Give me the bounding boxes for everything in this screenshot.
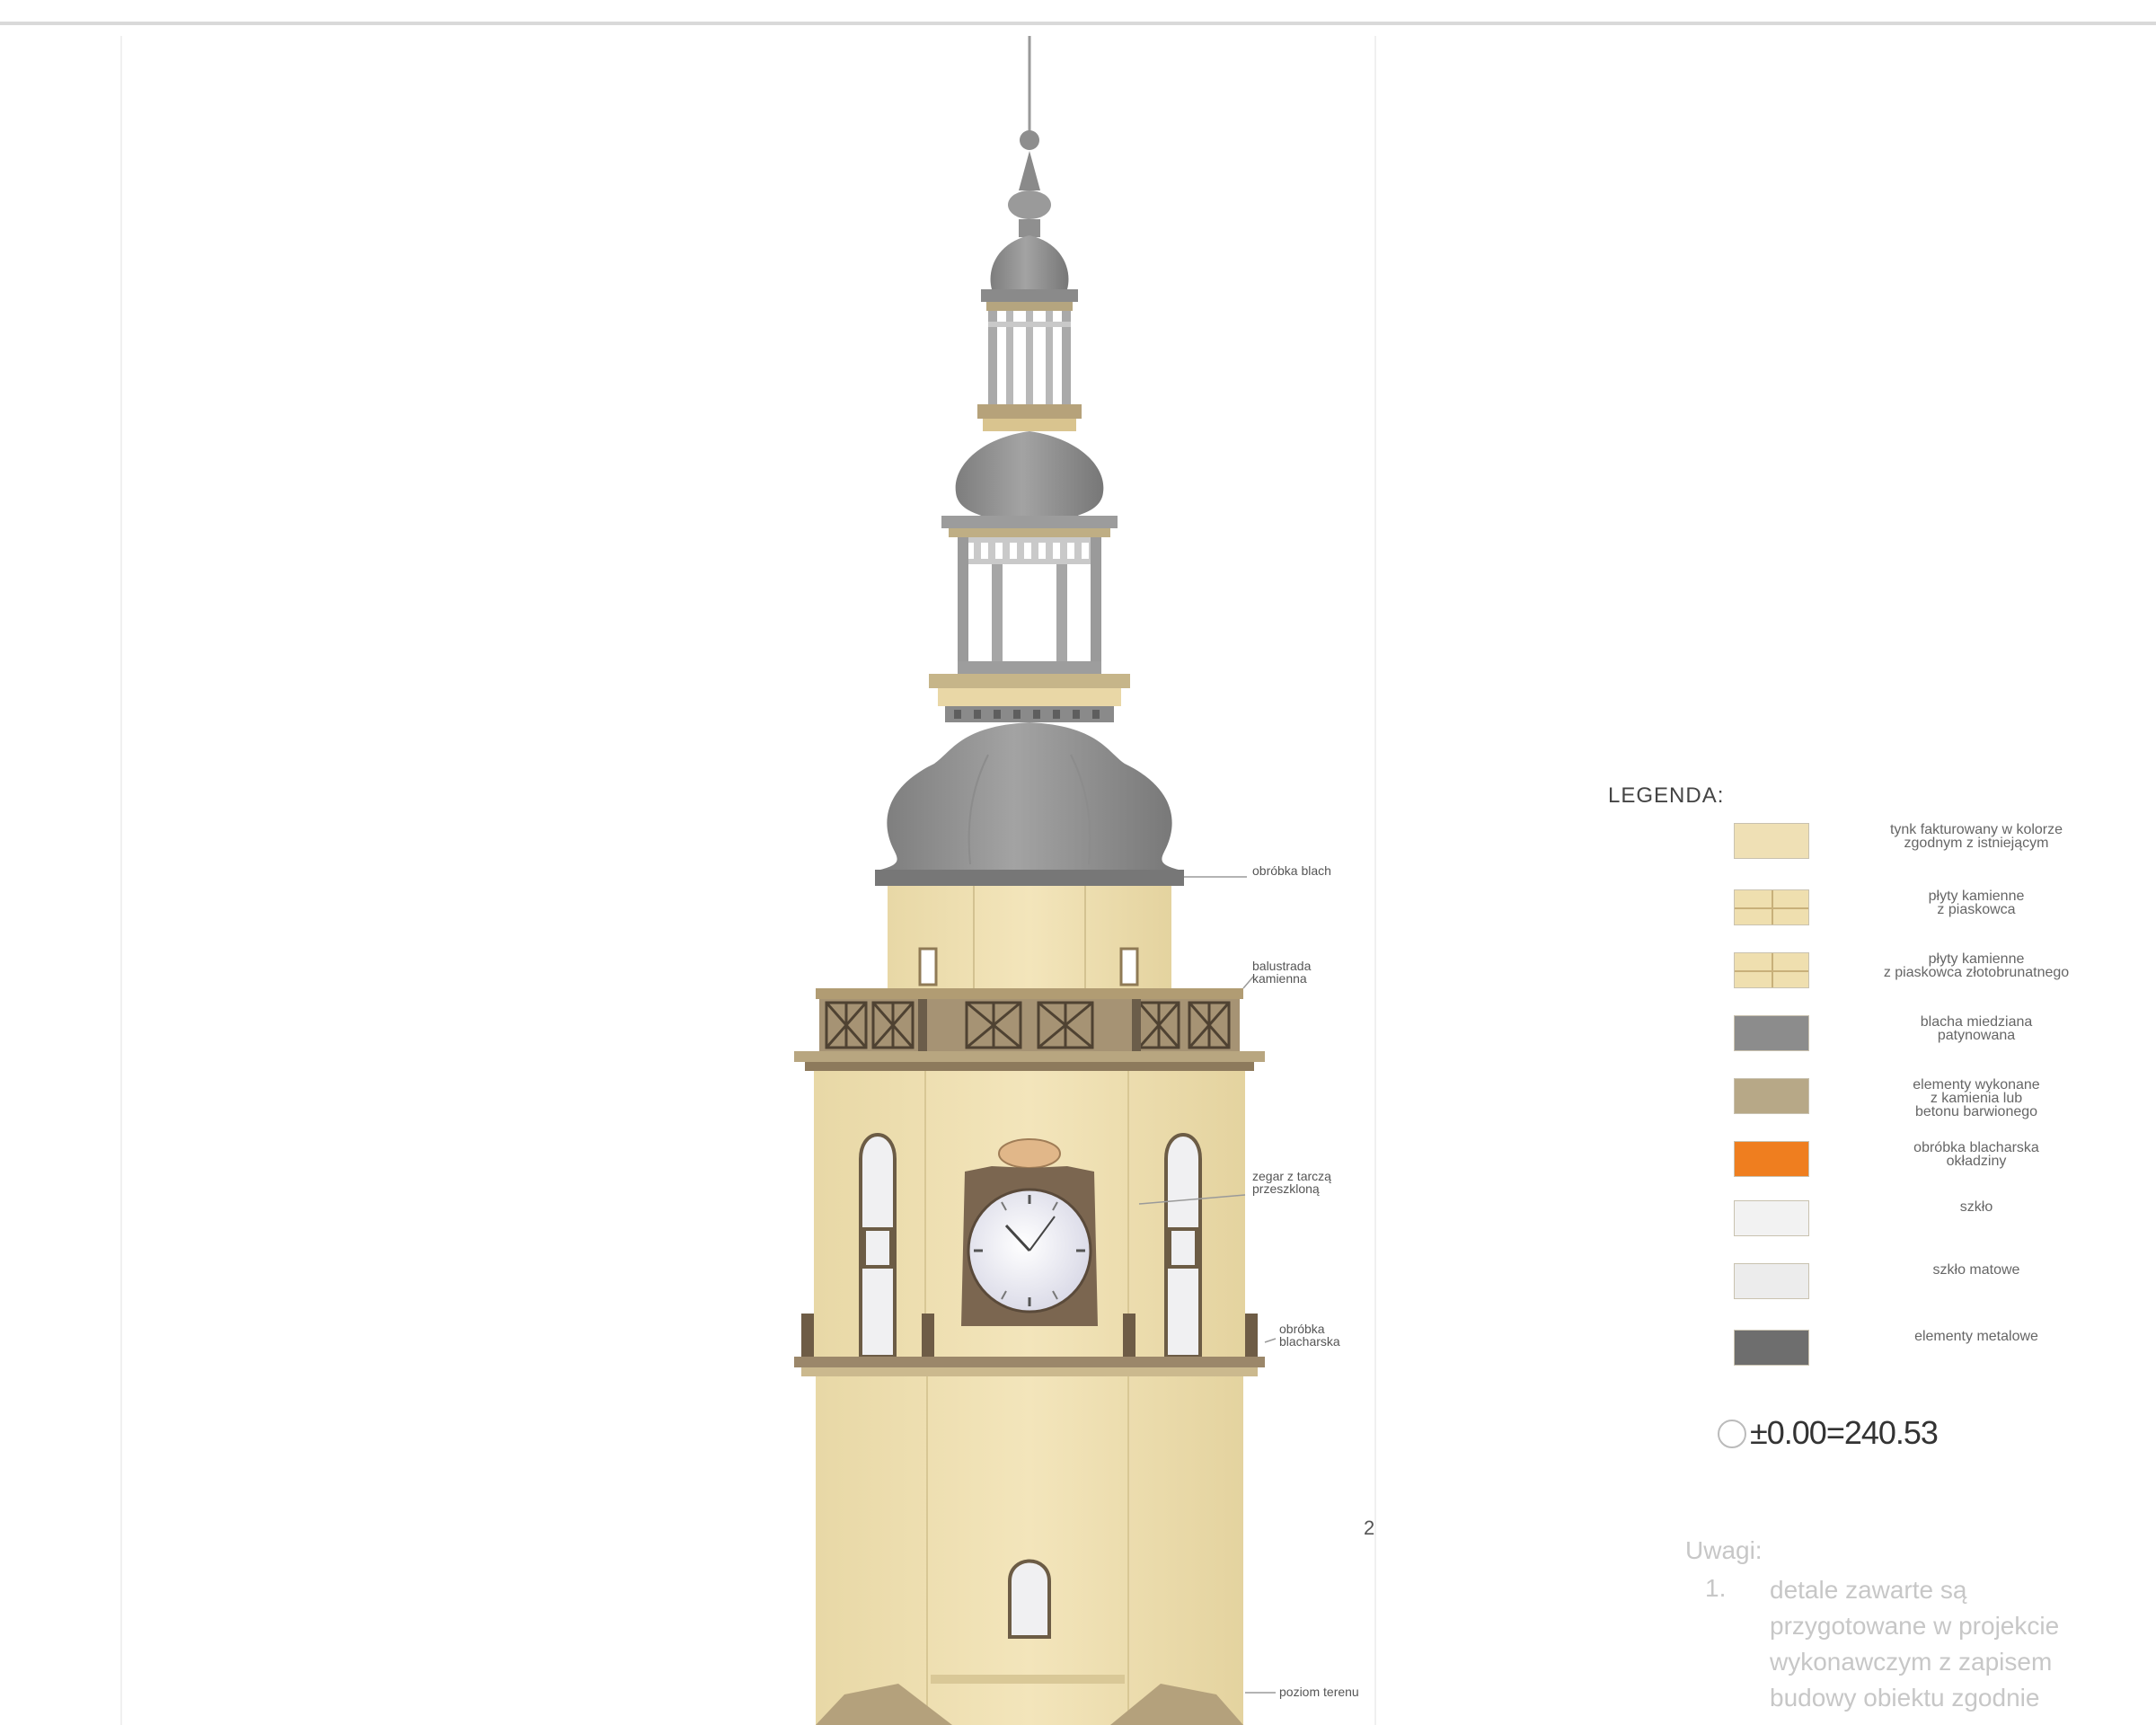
legend-swatch (1734, 952, 1809, 988)
legend-swatch (1734, 823, 1809, 859)
lower-shaft (816, 1376, 1243, 1725)
legend-swatch (1734, 1200, 1809, 1236)
notes-text: detale zawarte są przygotowane w projekc… (1770, 1576, 2060, 1712)
upper-drum (888, 886, 1171, 988)
callout-4: obróbka blacharska (1279, 1322, 1340, 1349)
clock-storey (794, 1071, 1265, 1376)
legend-label: szkło (1959, 1199, 1993, 1215)
legend-label: obróbka blacharska okładziny (1913, 1140, 2039, 1169)
legend-title: LEGENDA: (1608, 783, 1725, 808)
edge-mark: 2 (1364, 1517, 1375, 1539)
legend-item: elementy wykonane z kamienia lub betonu … (1734, 1078, 2129, 1132)
upper-lantern (977, 311, 1082, 431)
legend-item: elementy metalowe (1734, 1330, 2129, 1384)
callout-1: obróbka blach (1252, 863, 1331, 878)
balustrade (794, 988, 1265, 1071)
main-dome (875, 722, 1184, 886)
legend-label: tynk fakturowany w kolorze zgodnym z ist… (1889, 822, 2063, 851)
legend-item: obróbka blacharska okładziny (1734, 1141, 2129, 1195)
legend-item: blacha miedziana patynowana (1734, 1015, 2129, 1069)
middle-lantern (958, 537, 1101, 674)
callout-5: poziom terenu (1279, 1685, 1359, 1699)
notes-number: 1. (1705, 1574, 1727, 1602)
legend-swatch (1734, 1015, 1809, 1051)
legend-label: elementy wykonane z kamienia lub betonu … (1913, 1077, 2040, 1119)
legend-item: szkło matowe (1734, 1263, 2129, 1317)
legend-item: płyty kamienne z piaskowca (1734, 889, 2129, 943)
spire (1008, 36, 1051, 237)
legend: LEGENDA: tynk fakturowany w kolorze zgod… (1608, 783, 2129, 1366)
legend-swatch (1734, 1078, 1809, 1114)
elevation-drawing-sheet: obróbka blach balustrada kamienna zegar … (0, 0, 2156, 1725)
notes-heading: Uwagi: (1685, 1536, 1763, 1564)
upper-dome (981, 235, 1078, 311)
legend-item: szkło (1734, 1200, 2129, 1254)
legend-swatch (1734, 1141, 1809, 1177)
legend-label: szkło matowe (1932, 1262, 2020, 1278)
legend-swatch (1734, 889, 1809, 925)
legend-label: płyty kamienne z piaskowca złotobrunatne… (1883, 951, 2070, 980)
legend-item: płyty kamienne z piaskowca złotobrunatne… (1734, 952, 2129, 1006)
legend-item: tynk fakturowany w kolorze zgodnym z ist… (1734, 823, 2129, 877)
middle-dome (941, 431, 1118, 537)
legend-label: elementy metalowe (1914, 1329, 2038, 1344)
legend-swatch (1734, 1330, 1809, 1366)
callout-2: balustrada kamienna (1252, 959, 1312, 986)
legend-swatch (1734, 1263, 1809, 1299)
datum-level: ±0.00=240.53 (1750, 1414, 1939, 1451)
lower-cornice (929, 674, 1130, 722)
legend-label: blacha miedziana patynowana (1920, 1014, 2033, 1043)
datum-target-icon (1718, 1420, 1746, 1448)
callout-3: zegar z tarczą przeszkloną (1252, 1169, 1331, 1196)
legend-label: płyty kamienne z piaskowca (1928, 889, 2025, 917)
